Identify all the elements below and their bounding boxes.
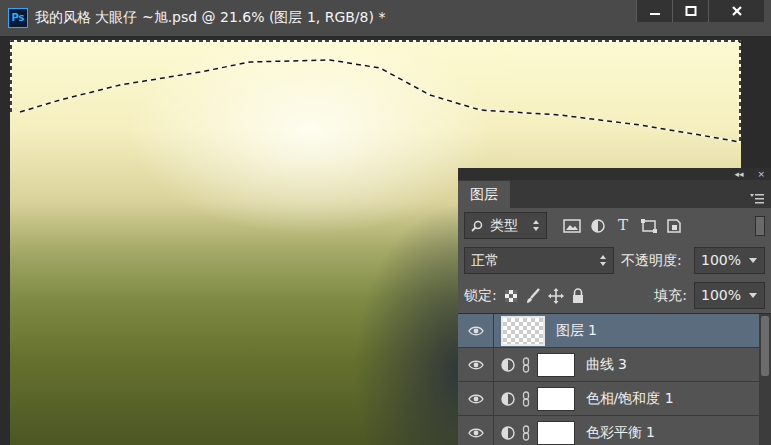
window-controls bbox=[636, 0, 764, 22]
link-chain-icon bbox=[522, 425, 530, 441]
layer-thumbnail-group bbox=[501, 387, 575, 411]
window-title: 我的风格 大眼仔 ~旭.psd @ 21.6% (图层 1, RGB/8) * bbox=[35, 7, 385, 28]
blend-row: 正常 不透明度: 100% bbox=[458, 243, 771, 278]
eye-icon bbox=[468, 325, 484, 337]
close-icon bbox=[731, 5, 743, 17]
filter-kind-dropdown[interactable]: 类型 bbox=[464, 212, 547, 239]
layer-name[interactable]: 图层 1 bbox=[556, 320, 597, 341]
link-chain-icon bbox=[522, 391, 530, 407]
maximize-icon bbox=[685, 5, 697, 17]
layer-name[interactable]: 曲线 3 bbox=[586, 354, 627, 375]
filter-icons: T bbox=[561, 214, 685, 237]
search-icon bbox=[471, 220, 483, 232]
lock-transparency-icon[interactable] bbox=[504, 289, 518, 303]
visibility-toggle[interactable] bbox=[458, 314, 494, 347]
layer-thumbnail[interactable] bbox=[501, 316, 545, 346]
visibility-toggle[interactable] bbox=[458, 348, 494, 381]
smart-object-filter-icon[interactable] bbox=[663, 218, 685, 234]
filter-kind-label: 类型 bbox=[490, 215, 518, 236]
lock-pixels-icon[interactable] bbox=[525, 288, 541, 304]
dropdown-arrow-icon bbox=[599, 255, 607, 266]
layers-panel: ◂◂ × 图层类型 T 正常 不透明度: 100% 锁定: 填充: 100% 图层 1 曲线 3 色相/… bbox=[458, 168, 771, 445]
filter-row: 类型 T bbox=[458, 208, 771, 243]
lock-row: 锁定: 填充: 100% bbox=[458, 278, 771, 313]
lock-label: 锁定: bbox=[464, 285, 497, 306]
layer-mask-thumbnail[interactable] bbox=[537, 353, 575, 377]
adjustment-filter-icon[interactable] bbox=[587, 218, 609, 234]
title-bar: Ps 我的风格 大眼仔 ~旭.psd @ 21.6% (图层 1, RGB/8) … bbox=[0, 0, 771, 36]
layer-name[interactable]: 色彩平衡 1 bbox=[586, 422, 655, 443]
panel-close-button[interactable]: × bbox=[757, 168, 765, 180]
collapse-button[interactable]: ◂◂ bbox=[734, 168, 743, 180]
dropdown-arrow-icon bbox=[532, 220, 540, 231]
panel-header: ◂◂ × bbox=[458, 168, 771, 180]
minimize-icon bbox=[649, 5, 661, 17]
visibility-toggle[interactable] bbox=[458, 382, 494, 415]
eye-icon bbox=[468, 393, 484, 405]
scrollbar-thumb[interactable] bbox=[761, 316, 769, 376]
eye-icon bbox=[468, 359, 484, 371]
visibility-toggle[interactable] bbox=[458, 416, 494, 445]
workspace: ◂◂ × 图层类型 T 正常 不透明度: 100% 锁定: 填充: 100% 图层 1 曲线 3 色相/… bbox=[0, 36, 771, 445]
layer-row[interactable]: 色相/饱和度 1 bbox=[458, 382, 759, 416]
close-button[interactable] bbox=[708, 0, 764, 22]
layer-thumbnail-group bbox=[501, 421, 575, 445]
eye-icon bbox=[468, 427, 484, 439]
dropdown-arrow-icon bbox=[748, 256, 758, 265]
text-filter-icon[interactable]: T bbox=[612, 214, 634, 237]
layer-row[interactable]: 图层 1 bbox=[458, 314, 759, 348]
layer-scrollbar[interactable] bbox=[759, 314, 771, 445]
app-logo: Ps bbox=[8, 8, 28, 28]
opacity-field[interactable]: 100% bbox=[694, 247, 765, 274]
panel-menu-button[interactable] bbox=[750, 193, 764, 205]
minimize-button[interactable] bbox=[636, 0, 672, 22]
maximize-button[interactable] bbox=[672, 0, 708, 22]
layer-row[interactable]: 曲线 3 bbox=[458, 348, 759, 382]
fill-label: 填充: bbox=[654, 285, 687, 306]
filter-toggle[interactable] bbox=[755, 216, 765, 236]
tab-bar: 图层 bbox=[458, 180, 771, 208]
layer-row[interactable]: 色彩平衡 1 bbox=[458, 416, 759, 445]
blend-mode-value: 正常 bbox=[471, 250, 499, 271]
layer-list: 图层 1 曲线 3 色相/饱和度 1 色彩平衡 1 bbox=[458, 313, 771, 445]
adjustment-layer-icon bbox=[501, 426, 515, 440]
opacity-value: 100% bbox=[701, 250, 741, 271]
panel-tab[interactable]: 图层 bbox=[458, 181, 510, 208]
fill-value: 100% bbox=[701, 285, 741, 306]
layer-thumbnail-group bbox=[501, 316, 545, 346]
layer-mask-thumbnail[interactable] bbox=[537, 421, 575, 445]
fill-field[interactable]: 100% bbox=[694, 282, 765, 309]
layer-mask-thumbnail[interactable] bbox=[537, 387, 575, 411]
link-chain-icon bbox=[522, 357, 530, 373]
dropdown-arrow-icon bbox=[748, 291, 758, 300]
blend-mode-dropdown[interactable]: 正常 bbox=[464, 247, 614, 274]
shape-filter-icon[interactable] bbox=[638, 218, 660, 234]
lock-all-icon[interactable] bbox=[571, 288, 585, 304]
adjustment-layer-icon bbox=[501, 358, 515, 372]
layer-name[interactable]: 色相/饱和度 1 bbox=[586, 388, 674, 409]
lock-position-icon[interactable] bbox=[548, 288, 564, 304]
menu-icon bbox=[750, 193, 764, 205]
opacity-label: 不透明度: bbox=[621, 250, 682, 271]
adjustment-layer-icon bbox=[501, 392, 515, 406]
image-filter-icon[interactable] bbox=[561, 218, 583, 234]
layer-thumbnail-group bbox=[501, 353, 575, 377]
